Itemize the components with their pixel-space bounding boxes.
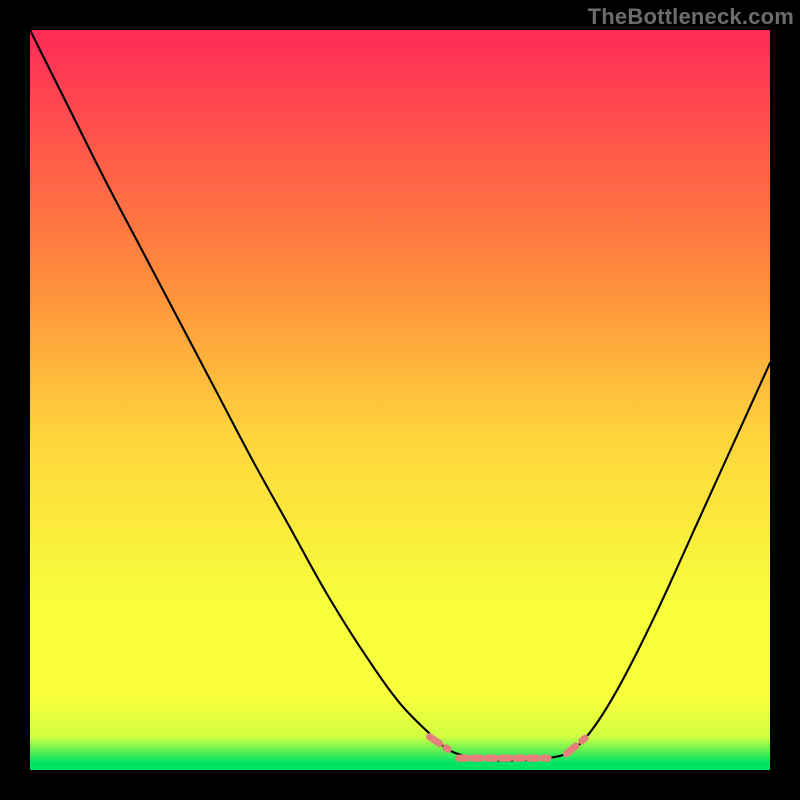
- chart-svg: [30, 30, 770, 770]
- gradient-background: [30, 30, 770, 770]
- chart-stage: TheBottleneck.com: [0, 0, 800, 800]
- plot-area: [30, 30, 770, 770]
- watermark-text: TheBottleneck.com: [588, 4, 794, 30]
